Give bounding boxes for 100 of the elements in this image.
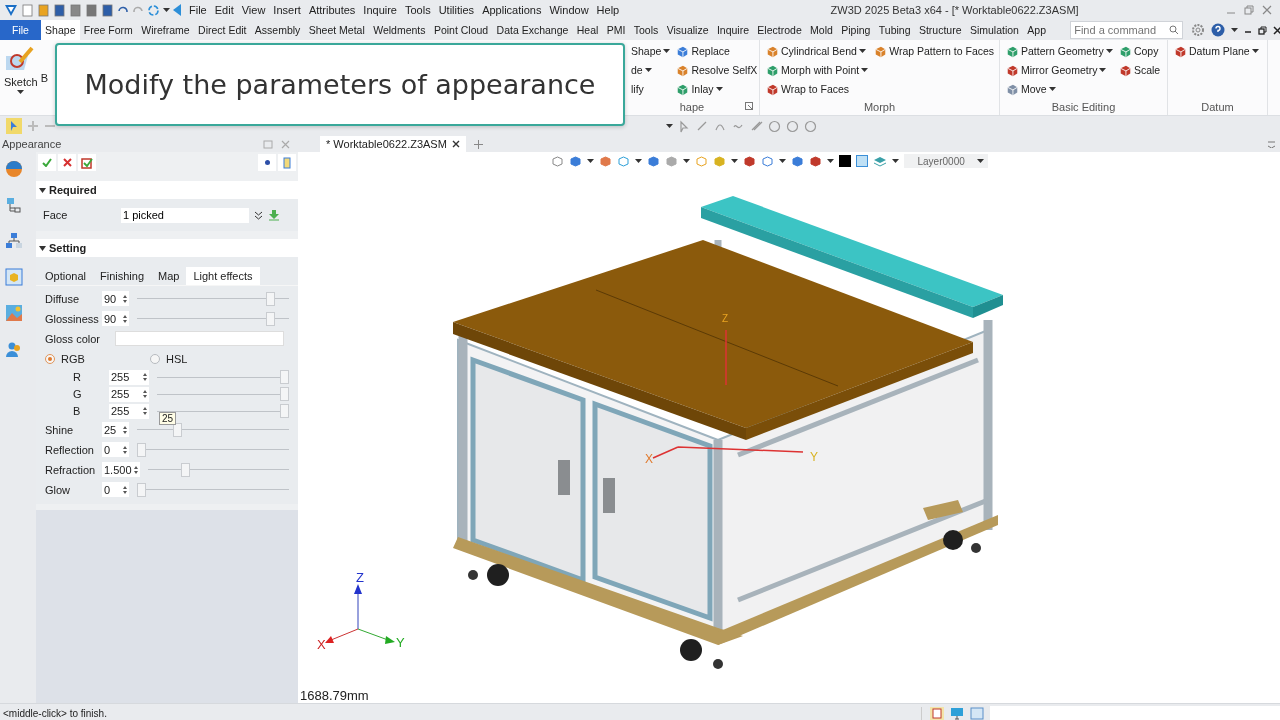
collapse-icon[interactable] <box>39 244 46 252</box>
menu-item[interactable]: Insert <box>269 4 305 16</box>
ribbon-command[interactable]: Wrap Pattern to Faces <box>874 43 995 59</box>
landscape-icon[interactable] <box>5 304 23 322</box>
info-button[interactable] <box>258 154 276 171</box>
view-tool-icon[interactable] <box>646 154 660 168</box>
menu-item[interactable]: Tools <box>401 4 435 16</box>
ribbon-tab[interactable]: Heal <box>572 20 603 40</box>
view-tool-icon[interactable] <box>760 154 774 168</box>
file-icon[interactable] <box>101 3 114 17</box>
ribbon-command[interactable]: Morph with Point <box>766 62 869 78</box>
ribbon-tab[interactable]: Shape <box>40 20 80 40</box>
ribbon-command[interactable]: Move <box>1006 81 1113 97</box>
color-square-icon[interactable] <box>855 155 868 167</box>
spin-arrows-icon[interactable] <box>123 425 127 434</box>
view-tool-icon[interactable] <box>568 154 582 168</box>
hierarchy-icon[interactable] <box>5 232 23 250</box>
collapse-icon[interactable] <box>39 186 46 194</box>
ribbon-tab[interactable]: Direct Edit <box>193 20 251 40</box>
command-search-box[interactable]: Find a command <box>1070 21 1184 39</box>
command-label[interactable]: B <box>40 72 48 115</box>
ribbon-command[interactable]: de <box>631 62 671 78</box>
ribbon-tab[interactable]: Electrode <box>753 20 806 40</box>
layer-dropdown[interactable]: Layer0000 <box>903 154 988 168</box>
number-field[interactable]: 25 <box>102 422 129 437</box>
help-icon[interactable] <box>1211 23 1226 37</box>
ribbon-tab[interactable]: Mold <box>805 20 838 40</box>
number-field[interactable]: 90 <box>102 311 129 326</box>
slider-thumb[interactable] <box>265 291 275 306</box>
sketch-button[interactable]: Sketch <box>2 44 40 115</box>
cancel-button[interactable] <box>58 154 76 171</box>
ribbon-command[interactable]: Inlay <box>676 81 758 97</box>
view-tool-icon[interactable] <box>790 154 804 168</box>
ribbon-command[interactable]: Scale <box>1118 62 1161 78</box>
ribbon-tab[interactable]: PMI <box>602 20 630 40</box>
pointer-icon[interactable] <box>6 118 22 134</box>
launcher-icon[interactable] <box>745 102 753 110</box>
radio-label[interactable]: RGB <box>61 352 85 365</box>
ribbon-command[interactable]: lify <box>631 81 671 97</box>
menu-item[interactable]: Edit <box>210 4 238 16</box>
ribbon-command[interactable]: Mirror Geometry <box>1006 62 1113 78</box>
number-field[interactable]: 0 <box>102 482 129 497</box>
selection-field[interactable]: 1 picked <box>121 207 249 223</box>
ribbon-tab[interactable]: Data Exchange <box>492 20 573 40</box>
circle-icon[interactable] <box>804 119 817 133</box>
layers-icon[interactable] <box>872 155 887 167</box>
ribbon-tab[interactable]: Piping <box>837 20 875 40</box>
slider-thumb[interactable] <box>137 442 146 457</box>
plus-icon[interactable] <box>473 139 483 149</box>
menu-icon[interactable] <box>1267 140 1276 148</box>
ribbon-tab[interactable]: Sheet Metal <box>304 20 369 40</box>
ribbon-tab[interactable]: Simulation <box>965 20 1024 40</box>
circle-icon[interactable] <box>768 119 781 133</box>
document-tab[interactable]: * Worktable0622.Z3ASM <box>320 136 466 152</box>
plus-icon[interactable] <box>27 120 39 132</box>
app-logo-icon[interactable] <box>4 3 18 17</box>
view-tool-icon[interactable] <box>742 154 756 168</box>
menu-item[interactable]: File <box>185 4 211 16</box>
ribbon-tab[interactable]: Assembly <box>250 20 305 40</box>
ribbon-tab[interactable]: Inquire <box>712 20 754 40</box>
apply-button[interactable] <box>78 154 96 171</box>
window-icon[interactable] <box>970 706 984 720</box>
download-arrow-icon[interactable] <box>268 209 280 221</box>
ribbon-command[interactable]: Datum Plane <box>1174 43 1259 59</box>
ribbon-tab[interactable]: File <box>0 20 41 40</box>
color-swatch[interactable] <box>115 331 284 346</box>
number-field[interactable]: 255 <box>109 403 149 419</box>
view-tool-icon[interactable] <box>664 154 678 168</box>
spin-arrows-icon[interactable] <box>123 485 127 494</box>
file-icon[interactable] <box>53 3 66 17</box>
pin-icon[interactable] <box>263 139 273 149</box>
ribbon-tab[interactable]: Point Cloud <box>429 20 493 40</box>
radio-button[interactable] <box>150 353 160 364</box>
slider-thumb[interactable] <box>180 462 190 477</box>
ribbon-tab[interactable]: App <box>1023 20 1051 40</box>
view-tool-icon[interactable] <box>550 154 564 168</box>
close-icon[interactable] <box>1273 25 1280 35</box>
sphere-icon[interactable] <box>5 160 23 178</box>
settings-tab[interactable]: Optional <box>38 267 93 285</box>
refresh-icon[interactable] <box>147 3 160 17</box>
spin-arrows-icon[interactable] <box>143 390 147 398</box>
ribbon-tab[interactable]: Tubing <box>874 20 915 40</box>
view-tool-icon[interactable] <box>808 154 822 168</box>
ribbon-tab[interactable]: Tools <box>629 20 663 40</box>
spin-arrows-icon[interactable] <box>123 445 127 454</box>
file-icon[interactable] <box>37 3 50 17</box>
cube-window-icon[interactable] <box>5 268 23 286</box>
menu-item[interactable]: View <box>237 4 270 16</box>
file-icon[interactable] <box>69 3 82 17</box>
settings-tab[interactable]: Finishing <box>93 267 151 285</box>
number-field[interactable]: 90 <box>102 291 129 306</box>
menu-item[interactable]: Window <box>545 4 593 16</box>
circle-icon[interactable] <box>786 119 799 133</box>
table-icon[interactable] <box>930 706 944 720</box>
number-field[interactable]: 1.500 <box>102 462 140 477</box>
users-icon[interactable] <box>5 340 23 358</box>
color-square-icon[interactable] <box>838 155 851 167</box>
line-icon[interactable] <box>696 119 709 133</box>
ribbon-command[interactable]: Replace <box>676 43 758 59</box>
ribbon-tab[interactable]: Free Form <box>79 20 138 40</box>
